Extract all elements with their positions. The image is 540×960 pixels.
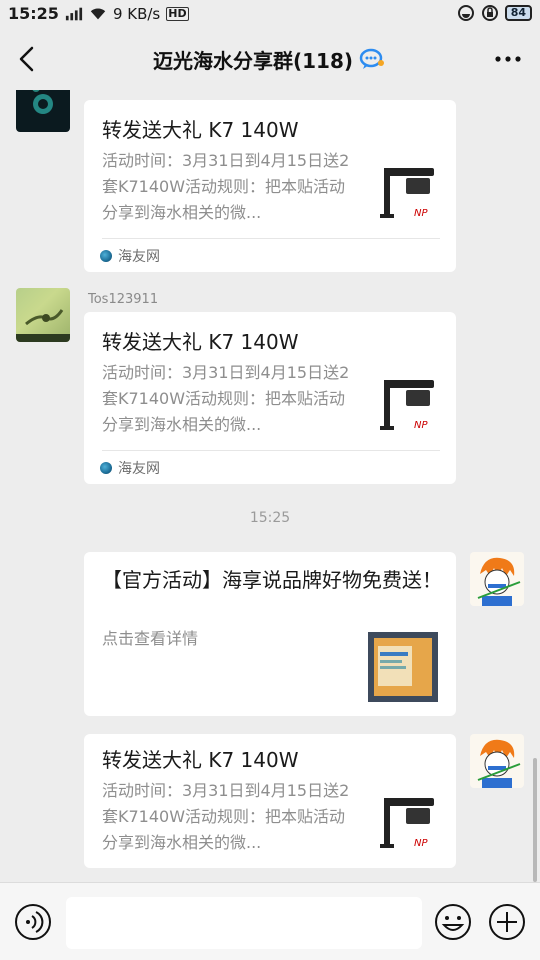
card-divider [102,238,440,239]
network-speed: 9 KB/s [112,4,161,23]
promo-thumbnail [368,632,438,702]
status-left: 15:25 9 KB/s HD [8,4,189,23]
source-logo-icon [100,462,112,474]
card-description: 活动时间：3月31日到4月15日送2套K7140W活动规则：把本贴活动分享到海水… [102,363,350,434]
sender-name: Tos123911 [88,292,159,307]
chat-scrollbar[interactable] [533,758,537,882]
card-source: 海友网 [100,458,160,478]
back-arrow-icon[interactable] [14,44,40,74]
card-title: 【官方活动】海享说品牌好物免费送！ [102,568,442,592]
status-right: 84 [457,4,532,22]
avatar-image [32,90,53,114]
source-logo-icon [100,250,112,262]
chat-messages: 转发送大礼 K7 140W 活动时间：3月31日到4月15日送2套K7140W活… [0,90,540,882]
message-input[interactable] [66,897,422,949]
shared-link-card[interactable]: 转发送大礼 K7 140W 活动时间：3月31日到4月15日送2套K7140W活… [84,312,456,484]
chat-header: 迈光海水分享群(118) [0,28,540,90]
source-name: 海友网 [118,461,160,477]
lamp-thumbnail: NP [380,798,434,849]
shared-link-card[interactable]: 转发送大礼 K7 140W 活动时间：3月31日到4月15日送2套K7140W活… [84,100,456,272]
lock-icon [481,5,498,21]
emoji-icon[interactable] [434,903,472,941]
card-title: 转发送大礼 K7 140W [102,118,299,142]
avatar[interactable] [470,734,524,788]
signal-icon [65,7,83,20]
card-description: 活动时间：3月31日到4月15日送2套K7140W活动规则：把本贴活动分享到海水… [102,151,350,222]
chat-title: 迈光海水分享群(118) [153,45,387,74]
lamp-thumbnail: NP [380,168,434,219]
wifi-icon [90,8,106,19]
avatar-image [16,309,70,342]
lamp-thumbnail: NP [380,380,434,431]
voice-icon[interactable] [14,903,52,941]
card-description: 点击查看详情 [102,629,199,648]
card-title: 转发送大礼 K7 140W [102,330,299,354]
card-divider [102,450,440,451]
source-name: 海友网 [118,249,160,265]
card-title: 转发送大礼 K7 140W [102,748,299,772]
svg-text:NP: NP [414,838,428,849]
avatar-image [477,739,521,788]
shared-link-card[interactable]: 转发送大礼 K7 140W 活动时间：3月31日到4月15日送2套K7140W活… [84,734,456,868]
input-bar [0,882,540,960]
alarm-icon [457,5,474,21]
card-description: 活动时间：3月31日到4月15日送2套K7140W活动规则：把本贴活动分享到海水… [102,781,350,852]
status-time: 15:25 [8,4,59,23]
shared-link-card[interactable]: 【官方活动】海享说品牌好物免费送！ 点击查看详情 [84,552,456,716]
avatar[interactable] [470,552,524,606]
battery-indicator: 84 [504,5,532,21]
avatar-image [477,557,521,606]
avatar[interactable] [16,90,70,132]
plus-icon[interactable] [488,903,526,941]
message-timestamp: 15:25 [249,510,291,526]
hd-badge: HD [166,6,189,21]
status-bar: 15:25 9 KB/s HD 84 [0,0,540,28]
svg-text:NP: NP [414,208,428,219]
avatar[interactable] [16,288,70,342]
group-name: 迈光海水分享群(118) [152,48,354,73]
group-chat-icon [359,48,385,69]
more-icon[interactable] [494,54,522,64]
card-source: 海友网 [100,246,160,266]
svg-text:NP: NP [414,420,428,431]
